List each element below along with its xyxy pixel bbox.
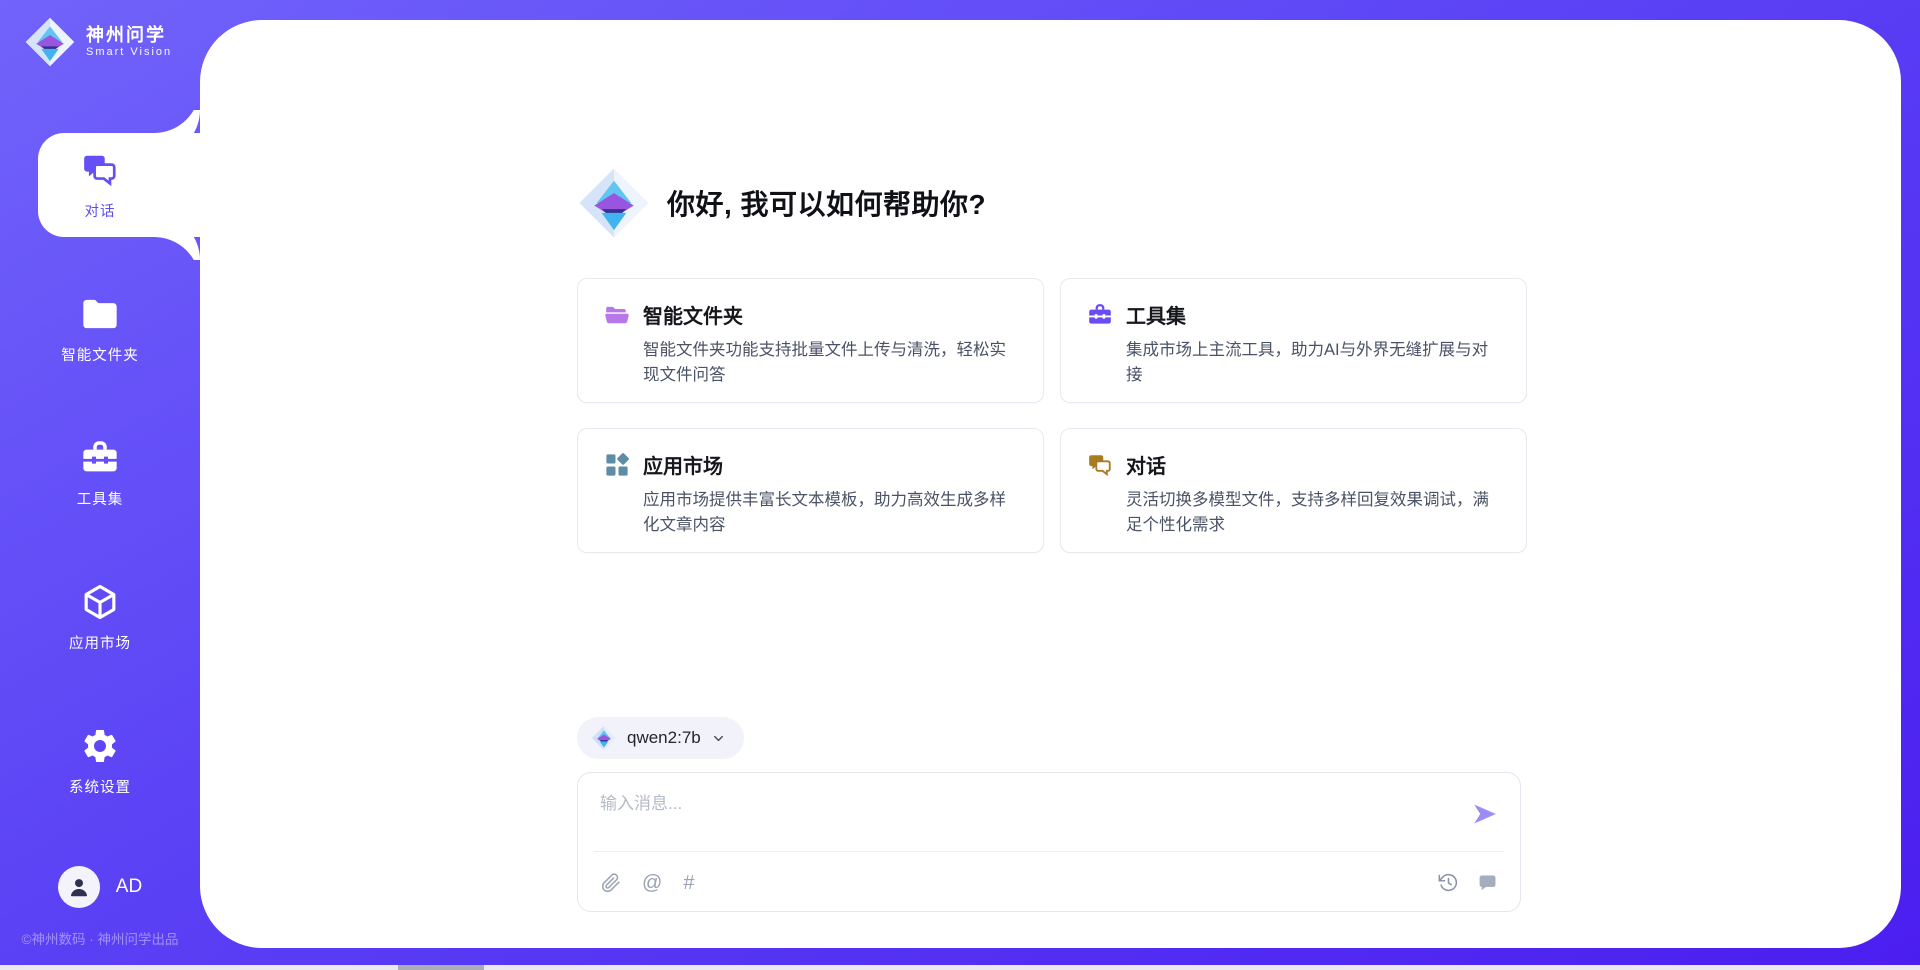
chevron-down-icon	[711, 731, 726, 746]
message-input-box: @ #	[577, 772, 1521, 912]
sidebar-item-chat[interactable]: 对话	[38, 133, 200, 237]
history-icon[interactable]	[1438, 872, 1459, 893]
card-title: 智能文件夹	[643, 300, 743, 329]
sidebar-item-toolset[interactable]: 工具集	[0, 421, 200, 525]
card-description: 集成市场上主流工具，助力AI与外界无缝扩展与对接	[1126, 338, 1500, 388]
sidebar-item-label: 工具集	[77, 488, 124, 509]
card-toolset[interactable]: 工具集 集成市场上主流工具，助力AI与外界无缝扩展与对接	[1060, 278, 1527, 403]
sidebar-item-app-market[interactable]: 应用市场	[0, 565, 200, 669]
brand-subtitle: Smart Vision	[86, 46, 172, 59]
card-title: 对话	[1126, 450, 1166, 479]
user-name: AD	[116, 876, 142, 898]
chat-bubbles-icon	[1087, 452, 1113, 478]
brand: 神州问学 Smart Vision	[24, 16, 172, 68]
card-chat[interactable]: 对话 灵活切换多模型文件，支持多样回复效果调试，满足个性化需求	[1060, 428, 1527, 553]
briefcase-icon	[1087, 302, 1113, 328]
main-panel: 你好, 我可以如何帮助你? 智能文件夹 智能文件夹功能支持批量文件上传与清洗，轻…	[200, 20, 1901, 948]
model-selector[interactable]: qwen2:7b	[577, 717, 744, 759]
user-account[interactable]: AD	[0, 866, 200, 908]
avatar	[58, 866, 100, 908]
sidebar: 神州问学 Smart Vision 对话 智能文件夹	[0, 0, 200, 970]
scrollbar-thumb[interactable]	[398, 965, 484, 970]
sidebar-item-smart-folder[interactable]: 智能文件夹	[0, 277, 200, 381]
attachment-icon[interactable]	[600, 872, 621, 893]
model-name: qwen2:7b	[627, 728, 701, 748]
message-input[interactable]	[600, 789, 1440, 845]
horizontal-scrollbar[interactable]	[0, 965, 1920, 970]
card-description: 智能文件夹功能支持批量文件上传与清洗，轻松实现文件问答	[643, 338, 1017, 388]
folder-open-icon	[604, 302, 630, 328]
sidebar-item-label: 应用市场	[69, 632, 131, 653]
card-title: 应用市场	[643, 450, 723, 479]
feedback-chat-icon[interactable]	[1477, 872, 1498, 893]
card-app-market[interactable]: 应用市场 应用市场提供丰富长文本模板，助力高效生成多样化文章内容	[577, 428, 1044, 553]
brand-logo-icon	[24, 16, 76, 68]
briefcase-icon	[79, 437, 121, 479]
card-smart-folder[interactable]: 智能文件夹 智能文件夹功能支持批量文件上传与清洗，轻松实现文件问答	[577, 278, 1044, 403]
sidebar-item-label: 智能文件夹	[61, 344, 139, 365]
hashtag-icon[interactable]: #	[683, 873, 694, 893]
sidebar-item-label: 系统设置	[69, 776, 131, 797]
feature-cards: 智能文件夹 智能文件夹功能支持批量文件上传与清洗，轻松实现文件问答 工具集 集成…	[577, 278, 1527, 553]
chat-bubbles-icon	[79, 149, 121, 191]
sidebar-item-label: 对话	[85, 200, 116, 221]
card-description: 灵活切换多模型文件，支持多样回复效果调试，满足个性化需求	[1126, 488, 1500, 538]
grid-icon	[604, 452, 630, 478]
app-logo-icon	[577, 166, 651, 240]
cube-icon	[79, 581, 121, 623]
send-icon[interactable]	[1472, 801, 1498, 827]
card-title: 工具集	[1126, 300, 1186, 329]
greeting-title: 你好, 我可以如何帮助你?	[667, 183, 986, 223]
greeting: 你好, 我可以如何帮助你?	[577, 166, 986, 240]
gear-icon	[79, 725, 121, 767]
sidebar-item-settings[interactable]: 系统设置	[0, 709, 200, 813]
card-description: 应用市场提供丰富长文本模板，助力高效生成多样化文章内容	[643, 488, 1017, 538]
copyright-text: ©神州数码 · 神州问学出品	[0, 928, 200, 948]
mention-icon[interactable]: @	[642, 873, 662, 893]
model-logo-icon	[591, 725, 617, 751]
brand-name: 神州问学	[86, 25, 172, 46]
composer: qwen2:7b	[577, 717, 1521, 912]
folder-icon	[79, 293, 121, 335]
